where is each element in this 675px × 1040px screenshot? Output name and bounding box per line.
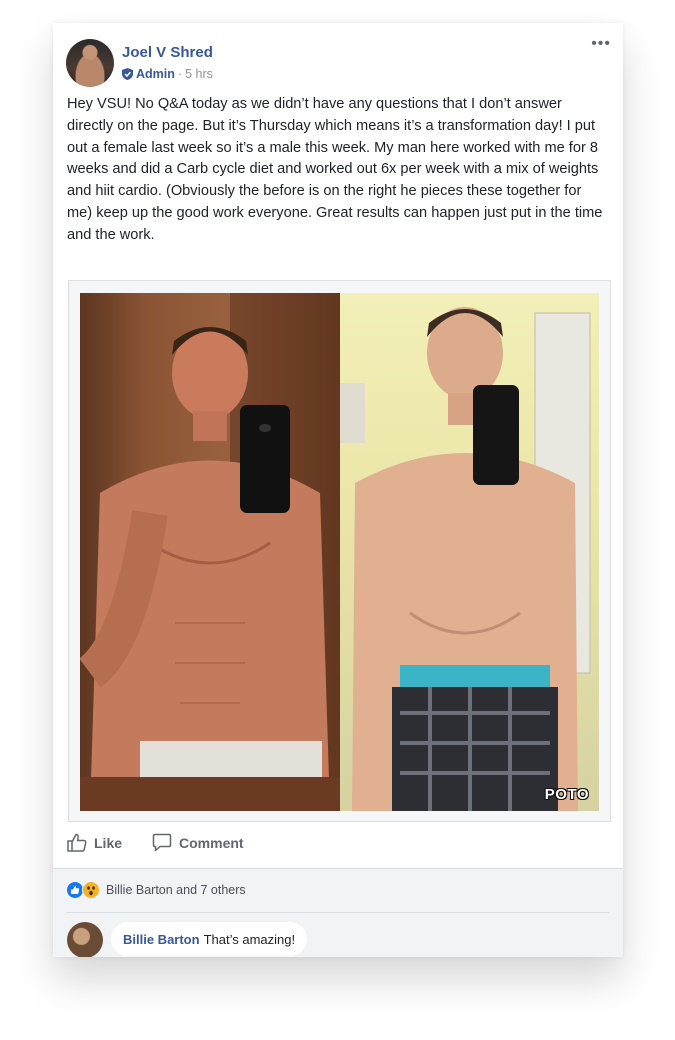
post-photo[interactable]: POTO [80, 293, 599, 811]
photo-watermark: POTO [544, 786, 589, 803]
after-photo-figure [80, 293, 340, 811]
reactions-section: Billie Barton and 7 others Billie Barton… [53, 868, 623, 957]
reactions-divider [67, 912, 609, 913]
comment-button[interactable]: Comment [152, 833, 244, 852]
before-photo-figure [340, 307, 591, 811]
reaction-summary-text: Billie Barton and 7 others [106, 883, 246, 897]
comment-text: That’s amazing! [203, 931, 296, 947]
post-timestamp[interactable]: 5 hrs [185, 67, 213, 81]
reaction-summary[interactable]: Billie Barton and 7 others [67, 881, 246, 899]
author-avatar[interactable] [66, 39, 114, 87]
before-photo: POTO [340, 293, 599, 811]
post-photo-frame[interactable]: POTO [68, 280, 611, 822]
post-meta: Admin · 5 hrs [122, 67, 213, 81]
like-reaction-icon [67, 882, 83, 898]
post-card: Joel V Shred Admin · 5 hrs ••• Hey VSU! … [53, 23, 623, 957]
commenter-name[interactable]: Billie Barton [123, 932, 200, 947]
like-label: Like [94, 834, 123, 851]
comment-label: Comment [179, 834, 244, 851]
post-body-text: Hey VSU! No Q&A today as we didn’t have … [67, 96, 603, 243]
meta-separator: · [177, 67, 183, 81]
shield-icon [122, 68, 133, 80]
like-button[interactable]: Like [67, 833, 122, 852]
comment-bubble: Billie Barton That’s amazing! [111, 922, 308, 956]
author-name[interactable]: Joel V Shred [122, 44, 213, 61]
admin-label: Admin [136, 67, 175, 81]
after-photo [80, 293, 340, 811]
commenter-avatar[interactable] [67, 922, 103, 957]
wow-reaction-icon [82, 881, 100, 899]
more-options-icon[interactable]: ••• [591, 35, 611, 53]
thumbs-up-icon [67, 833, 87, 852]
admin-badge: Admin [122, 67, 175, 81]
comment-icon [152, 833, 172, 852]
post-actions: Like Comment [67, 833, 244, 852]
